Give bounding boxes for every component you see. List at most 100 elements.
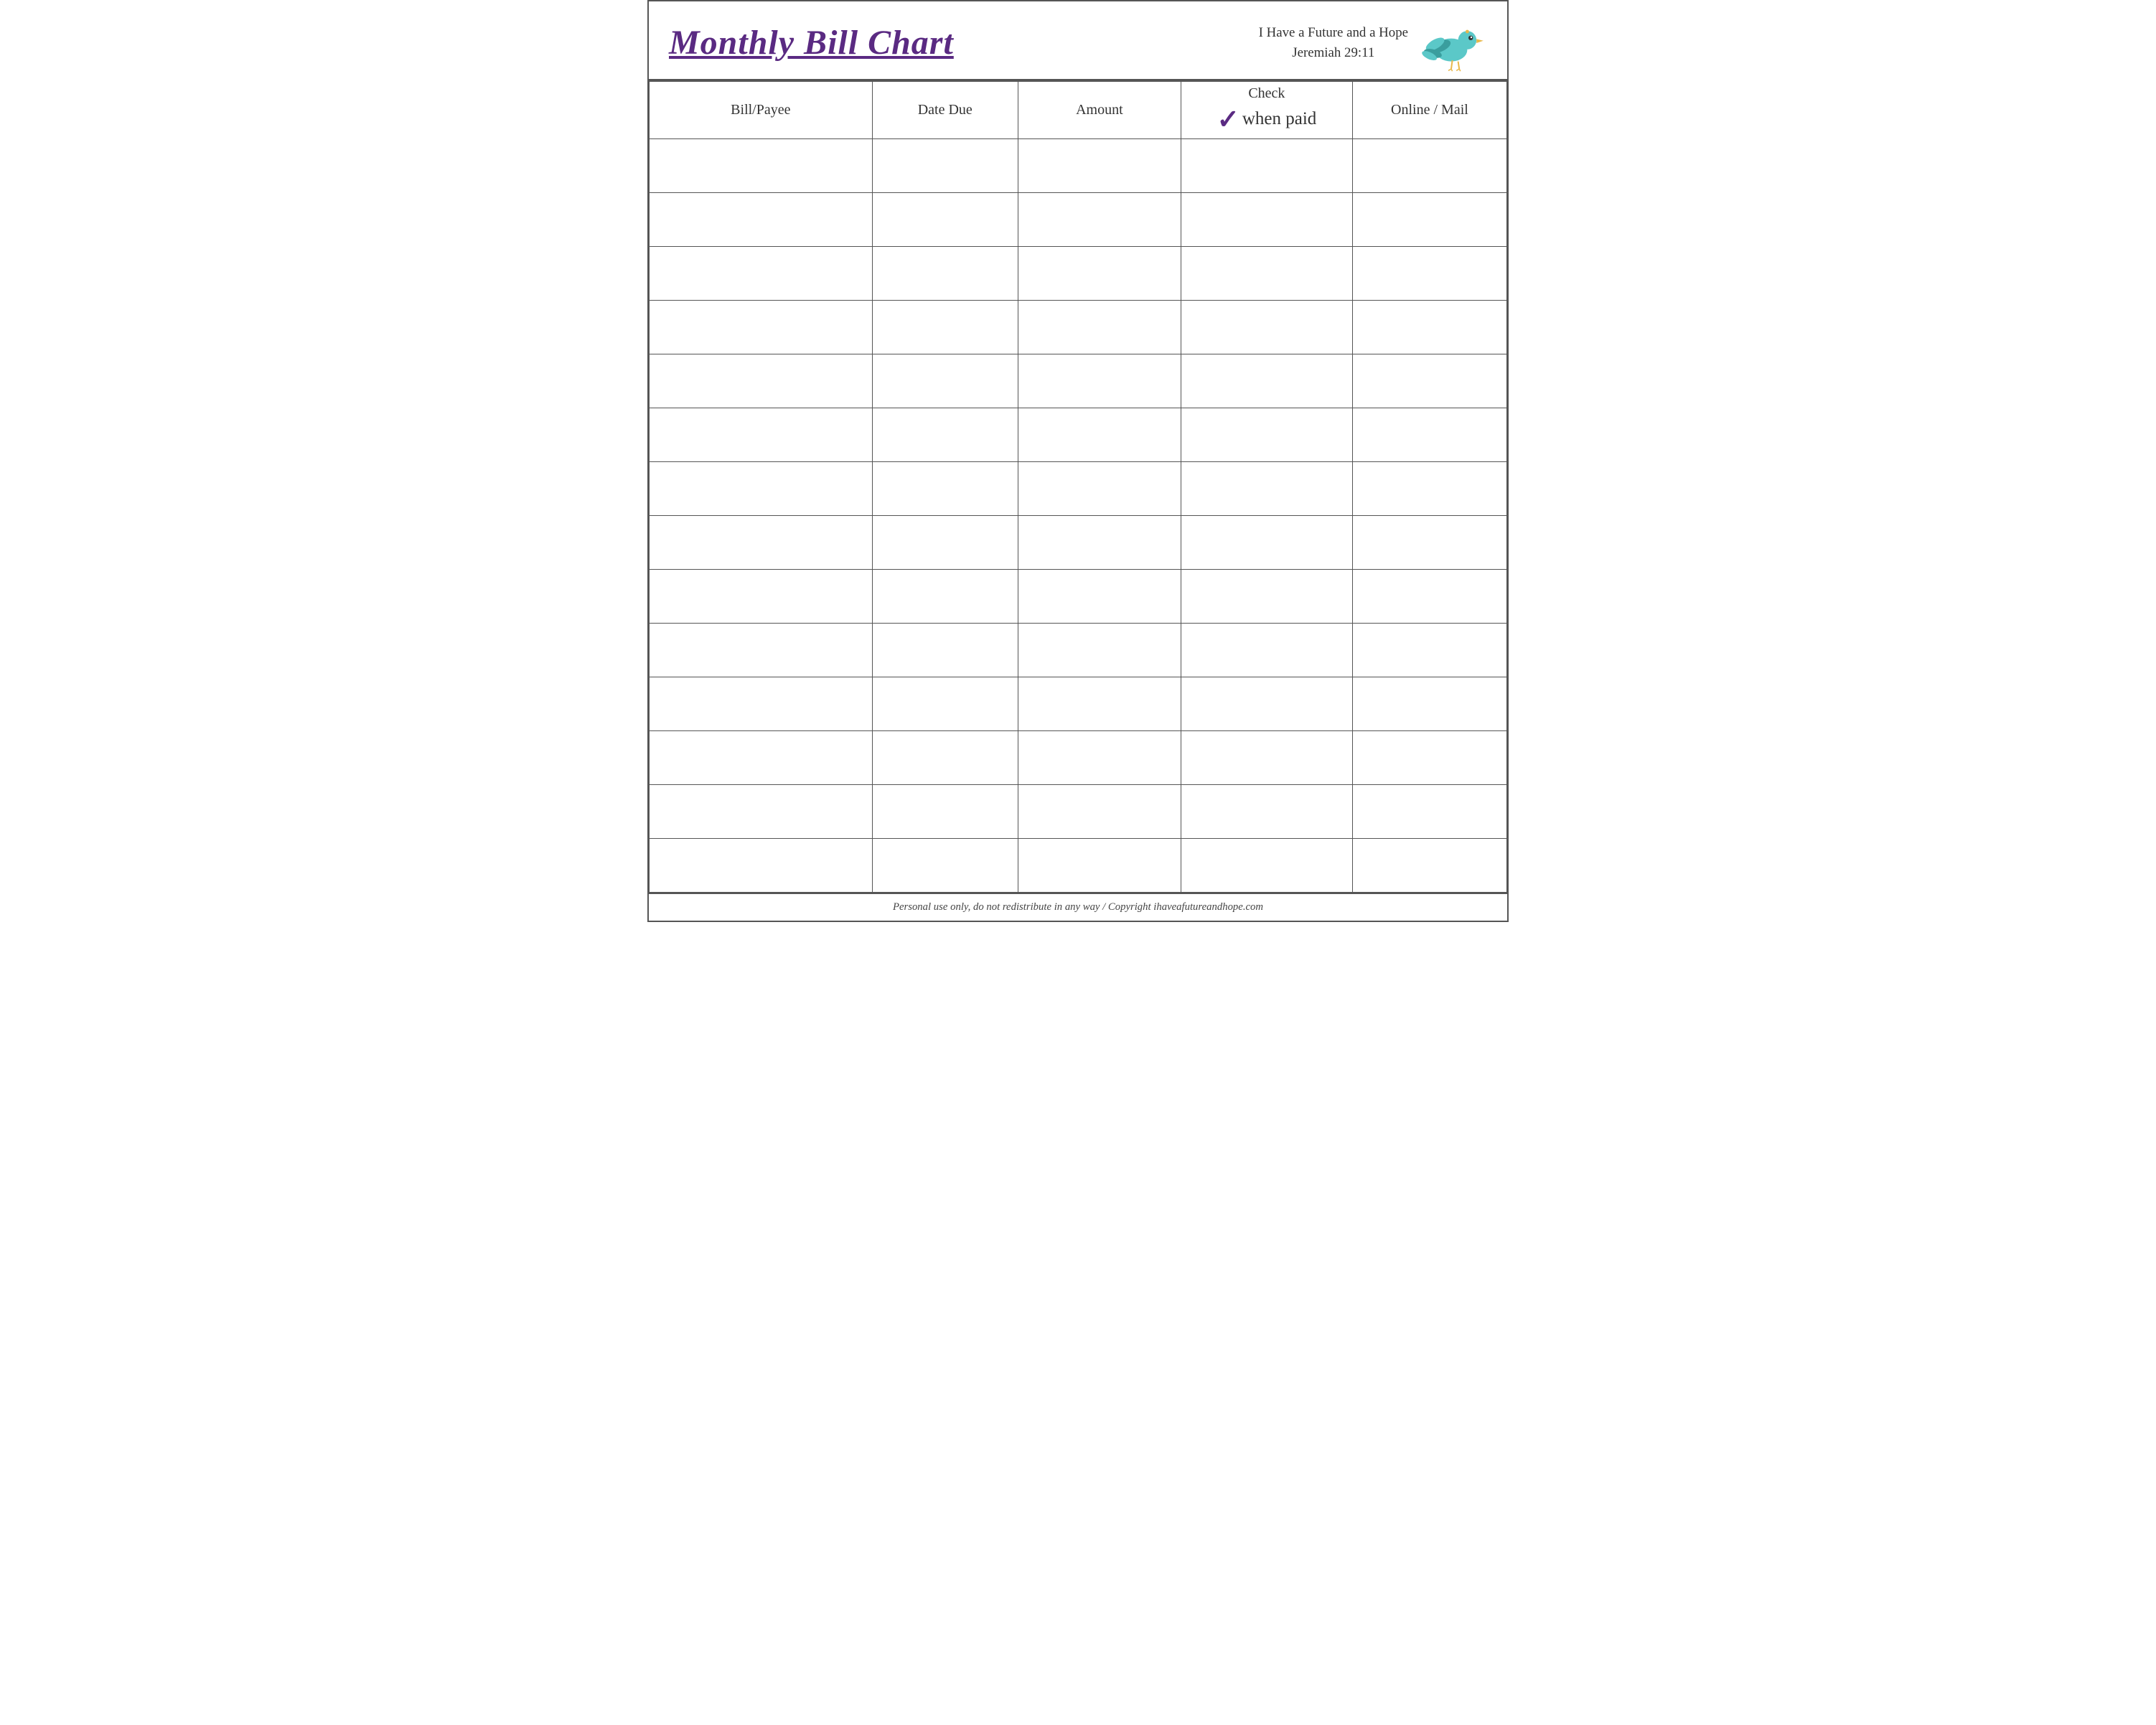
table-cell	[1352, 408, 1506, 462]
table-row	[650, 570, 1507, 624]
table-cell	[1018, 785, 1181, 839]
table-cell	[1018, 354, 1181, 408]
table-cell	[1018, 193, 1181, 247]
table-cell	[1018, 839, 1181, 893]
tagline-line1: I Have a Future and a Hope	[1259, 23, 1408, 43]
table-cell	[1181, 139, 1352, 193]
table-cell	[1018, 462, 1181, 516]
table-cell	[650, 624, 873, 677]
table-cell	[1352, 624, 1506, 677]
table-cell	[1352, 301, 1506, 354]
table-cell	[872, 839, 1018, 893]
table-cell	[1352, 570, 1506, 624]
table-cell	[1181, 677, 1352, 731]
table-cell	[650, 247, 873, 301]
table-row	[650, 462, 1507, 516]
table-cell	[1018, 301, 1181, 354]
table-cell	[1352, 462, 1506, 516]
table-row	[650, 139, 1507, 193]
table-cell	[1181, 516, 1352, 570]
check-row: ✓ when paid	[1217, 103, 1316, 136]
table-row	[650, 516, 1507, 570]
footer-text: Personal use only, do not redistribute i…	[893, 901, 1263, 913]
table-cell	[650, 839, 873, 893]
table-row	[650, 785, 1507, 839]
table-cell	[872, 570, 1018, 624]
table-cell	[1018, 731, 1181, 785]
page: Monthly Bill Chart I Have a Future and a…	[647, 0, 1509, 922]
table-cell	[1018, 247, 1181, 301]
table-cell	[1018, 624, 1181, 677]
table-cell	[1352, 677, 1506, 731]
table-cell	[872, 301, 1018, 354]
table-cell	[1181, 462, 1352, 516]
title-block: Monthly Bill Chart	[669, 24, 954, 62]
table-cell	[1352, 785, 1506, 839]
table-cell	[1018, 408, 1181, 462]
col-header-date: Date Due	[872, 82, 1018, 139]
table-row	[650, 408, 1507, 462]
table-row	[650, 247, 1507, 301]
checkmark-icon: ✓	[1217, 103, 1239, 136]
table-cell	[1181, 301, 1352, 354]
col-header-online: Online / Mail	[1352, 82, 1506, 139]
header: Monthly Bill Chart I Have a Future and a…	[649, 1, 1507, 81]
table-cell	[1181, 354, 1352, 408]
table-cell	[1181, 839, 1352, 893]
table-cell	[650, 139, 873, 193]
table-cell	[872, 354, 1018, 408]
table-row	[650, 624, 1507, 677]
table-cell	[1352, 516, 1506, 570]
table-cell	[1181, 193, 1352, 247]
table-row	[650, 354, 1507, 408]
table-cell	[1018, 570, 1181, 624]
table-cell	[1352, 193, 1506, 247]
table-cell	[1181, 570, 1352, 624]
table-row	[650, 301, 1507, 354]
table-cell	[650, 462, 873, 516]
table-cell	[872, 462, 1018, 516]
bird-area: I Have a Future and a Hope Jeremiah 29:1…	[1259, 14, 1487, 72]
table-cell	[1352, 839, 1506, 893]
table-cell	[1181, 247, 1352, 301]
table-cell	[1352, 139, 1506, 193]
table-cell	[650, 193, 873, 247]
table-cell	[872, 193, 1018, 247]
table-cell	[650, 785, 873, 839]
table-cell	[650, 354, 873, 408]
check-header-content: Check ✓ when paid	[1181, 85, 1352, 136]
table-cell	[650, 570, 873, 624]
table-cell	[1352, 731, 1506, 785]
table-cell	[1018, 139, 1181, 193]
page-title: Monthly Bill Chart	[669, 24, 954, 62]
table-cell	[1352, 247, 1506, 301]
table-header-row: Bill/Payee Date Due Amount Check ✓ when …	[650, 82, 1507, 139]
table-cell	[650, 731, 873, 785]
table-cell	[1181, 731, 1352, 785]
table-row	[650, 839, 1507, 893]
table-cell	[1181, 408, 1352, 462]
table-cell	[872, 677, 1018, 731]
table-cell	[1352, 354, 1506, 408]
bird-icon	[1415, 14, 1487, 72]
table-cell	[1018, 677, 1181, 731]
tagline-line2: Jeremiah 29:11	[1292, 43, 1374, 63]
table-cell	[650, 408, 873, 462]
table-cell	[1018, 516, 1181, 570]
table-cell	[1181, 785, 1352, 839]
table-cell	[872, 624, 1018, 677]
tagline-block: I Have a Future and a Hope Jeremiah 29:1…	[1259, 23, 1415, 64]
col-header-amount: Amount	[1018, 82, 1181, 139]
table-cell	[650, 516, 873, 570]
table-cell	[872, 785, 1018, 839]
table-cell	[872, 516, 1018, 570]
col-header-bill: Bill/Payee	[650, 82, 873, 139]
table-row	[650, 677, 1507, 731]
table-row	[650, 731, 1507, 785]
table-cell	[650, 677, 873, 731]
footer: Personal use only, do not redistribute i…	[649, 893, 1507, 921]
bill-table: Bill/Payee Date Due Amount Check ✓ when …	[649, 81, 1507, 893]
table-cell	[872, 139, 1018, 193]
table-cell	[1181, 624, 1352, 677]
col-header-check: Check ✓ when paid	[1181, 82, 1352, 139]
